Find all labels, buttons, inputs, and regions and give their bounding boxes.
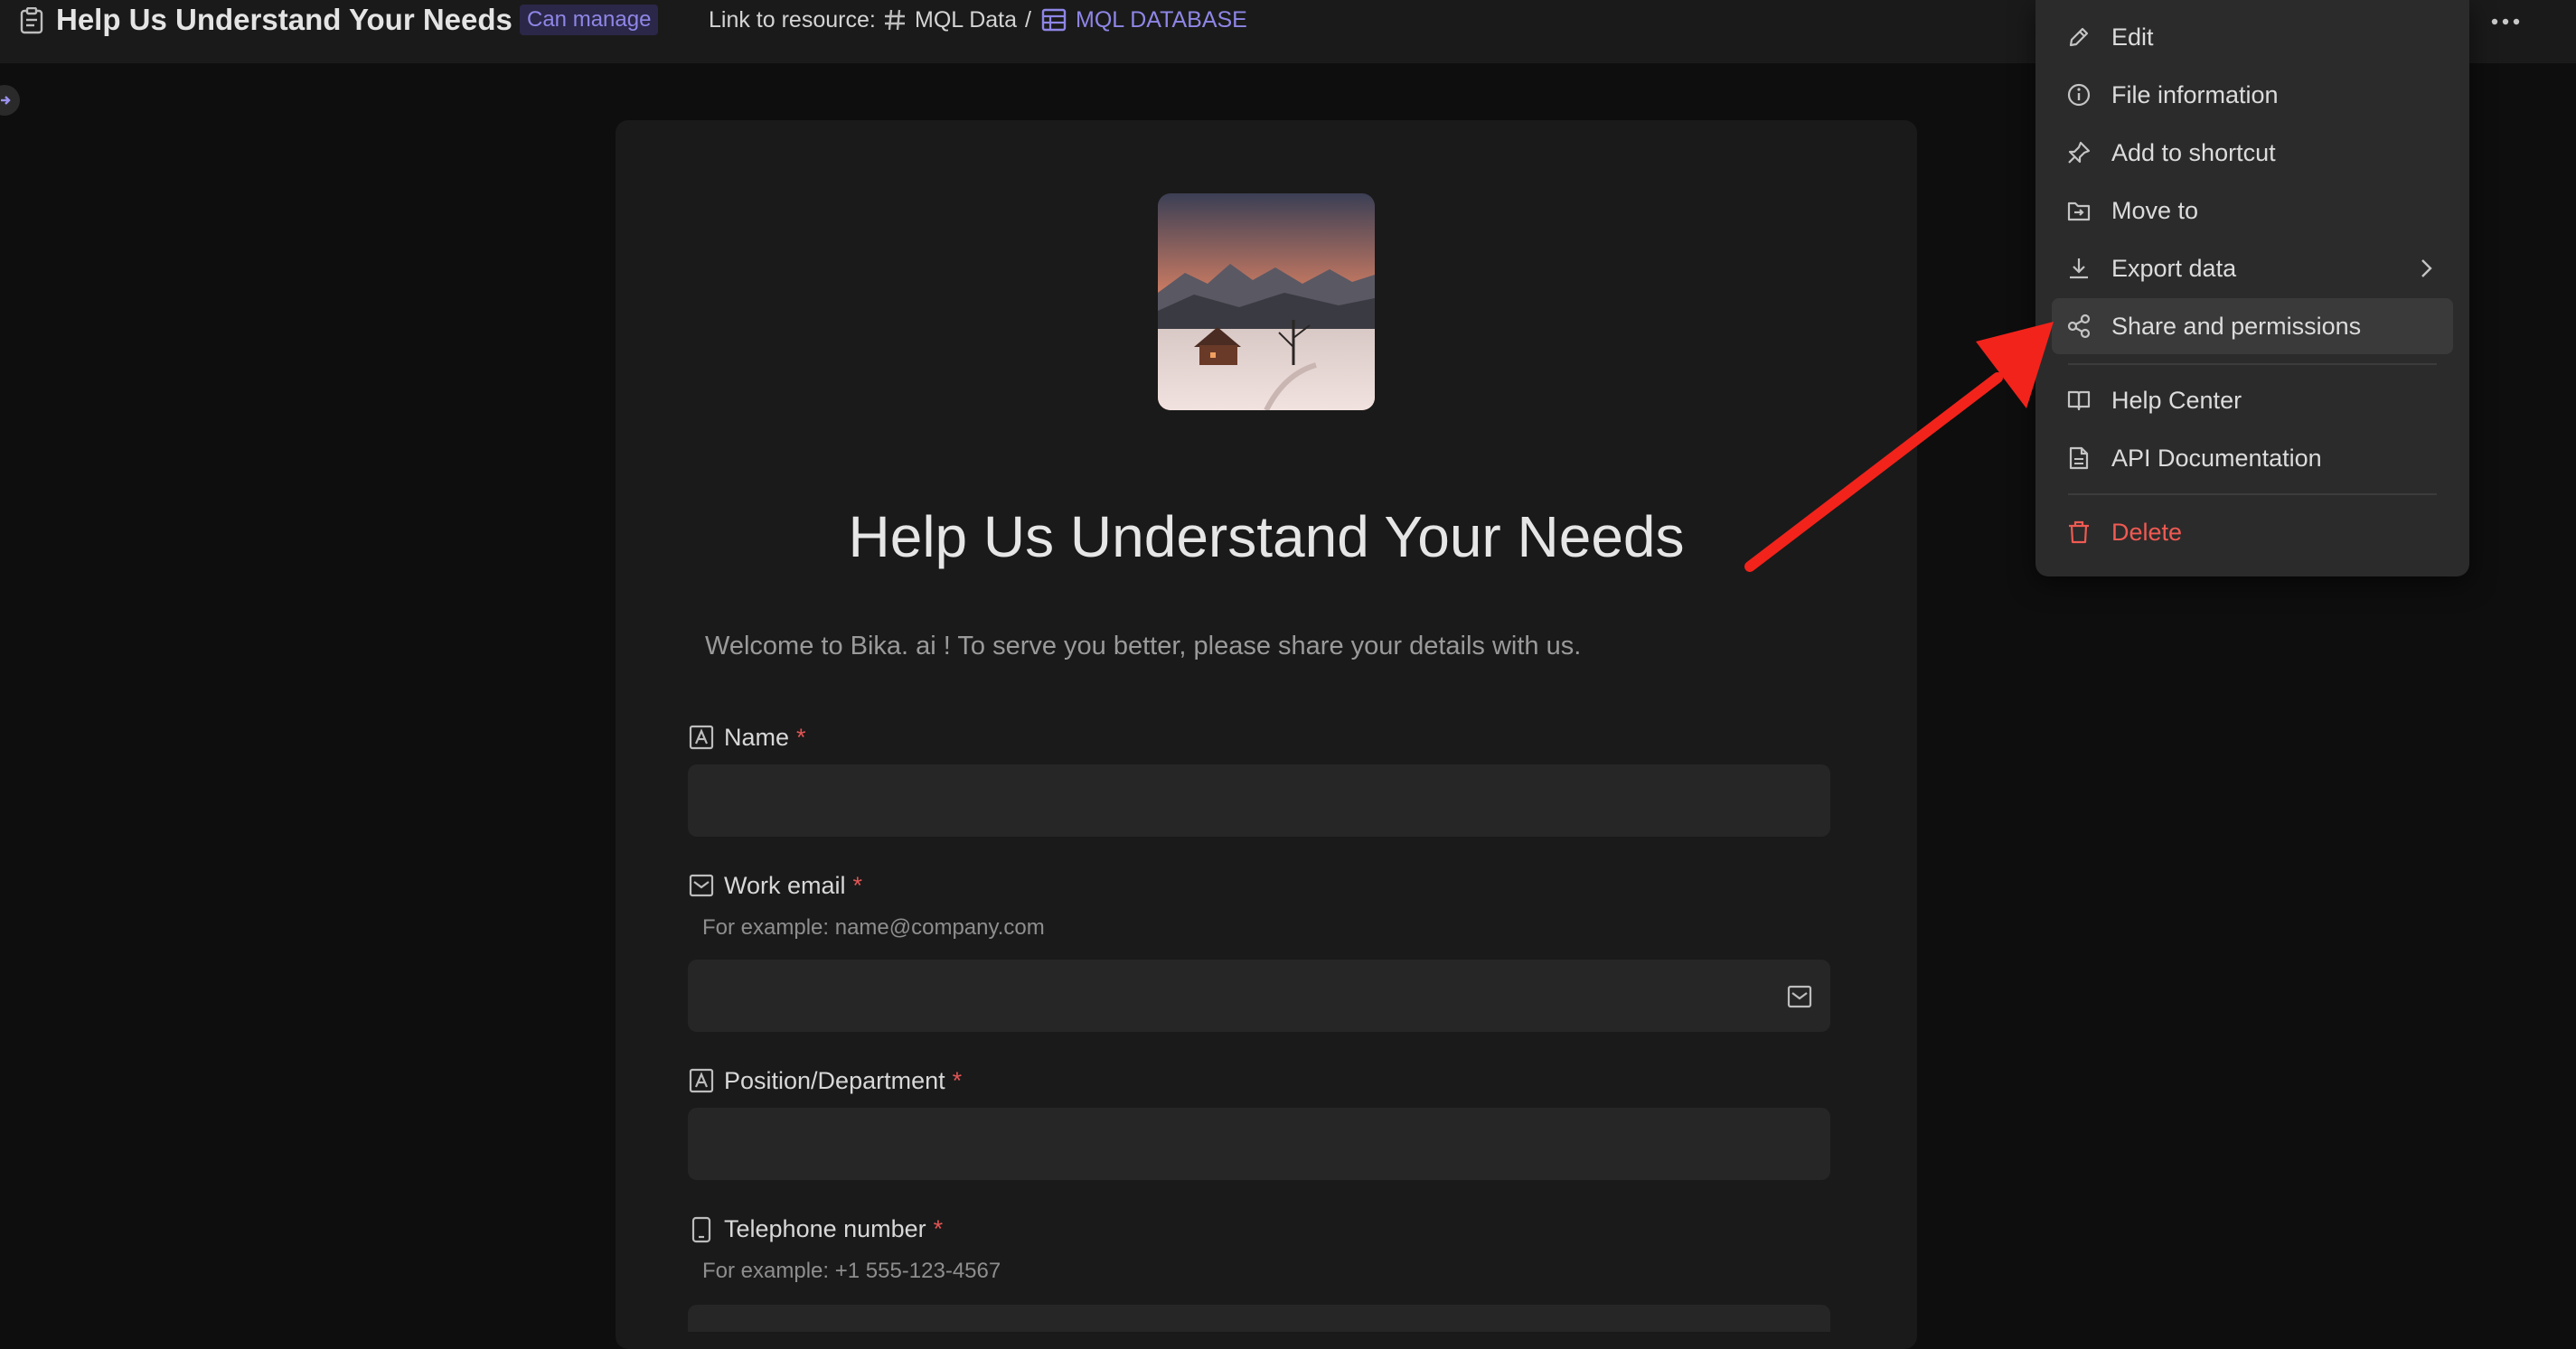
menu-item-add-to-shortcut[interactable]: Add to shortcut	[2052, 125, 2453, 181]
form-description: Welcome to Bika. ai ! To serve you bette…	[705, 632, 1582, 660]
breadcrumb-mql-data[interactable]: MQL Data	[915, 5, 1017, 35]
work-email-input[interactable]	[688, 960, 1830, 1032]
share-icon	[2066, 314, 2092, 339]
text-field-icon	[689, 1068, 714, 1093]
form-title: Help Us Understand Your Needs	[848, 504, 1685, 569]
form-cover-image	[1158, 193, 1375, 410]
menu-divider	[2068, 363, 2437, 365]
menu-item-edit[interactable]: Edit	[2052, 9, 2453, 65]
text-field-icon	[689, 725, 714, 750]
page-title: Help Us Understand Your Needs	[56, 3, 512, 36]
menu-item-help-center[interactable]: Help Center	[2052, 372, 2453, 428]
required-mark: *	[852, 872, 863, 899]
menu-item-move-to[interactable]: Move to	[2052, 183, 2453, 239]
link-to-resource-label: Link to resource:	[709, 7, 876, 33]
pin-icon	[2066, 140, 2092, 165]
sidebar-expand-button[interactable]	[0, 85, 20, 116]
download-icon	[2066, 256, 2092, 281]
context-menu: Edit File information Add to shortcut Mo…	[2035, 0, 2469, 576]
menu-divider	[2068, 493, 2437, 495]
position-department-field-label: Position/Department *	[724, 1067, 963, 1094]
form-document-icon	[20, 7, 43, 34]
menu-item-export-data[interactable]: Export data	[2052, 240, 2453, 296]
telephone-input[interactable]	[688, 1305, 1830, 1332]
telephone-hint: For example: +1 555-123-4567	[702, 1259, 1001, 1283]
menu-item-file-information[interactable]: File information	[2052, 67, 2453, 123]
name-input[interactable]	[688, 764, 1830, 837]
arrow-right-icon	[1, 96, 11, 105]
required-mark: *	[796, 724, 806, 751]
work-email-field-label: Work email *	[724, 872, 863, 899]
book-icon	[2066, 388, 2092, 413]
required-mark: *	[933, 1215, 944, 1242]
phone-icon	[691, 1216, 712, 1243]
more-horizontal-icon[interactable]	[2487, 4, 2524, 36]
table-icon	[1041, 7, 1067, 33]
position-department-input[interactable]	[688, 1108, 1830, 1180]
breadcrumb-separator: /	[1025, 7, 1031, 33]
menu-item-share-and-permissions[interactable]: Share and permissions	[2052, 298, 2453, 354]
required-mark: *	[952, 1067, 963, 1094]
email-icon	[689, 873, 714, 898]
menu-item-delete[interactable]: Delete	[2052, 504, 2453, 560]
pencil-icon	[2066, 24, 2092, 50]
document-icon	[2066, 445, 2092, 471]
permission-badge: Can manage	[520, 5, 659, 35]
menu-item-api-documentation[interactable]: API Documentation	[2052, 430, 2453, 486]
work-email-hint: For example: name@company.com	[702, 915, 1045, 940]
email-icon	[1787, 984, 1812, 1009]
hash-icon	[882, 7, 907, 33]
trash-icon	[2066, 520, 2092, 545]
chevron-right-icon	[2413, 256, 2439, 286]
move-icon	[2066, 198, 2092, 223]
breadcrumb-mql-database[interactable]: MQL DATABASE	[1076, 5, 1247, 35]
info-icon	[2066, 82, 2092, 108]
name-field-label: Name *	[724, 724, 806, 751]
telephone-field-label: Telephone number *	[724, 1215, 944, 1242]
